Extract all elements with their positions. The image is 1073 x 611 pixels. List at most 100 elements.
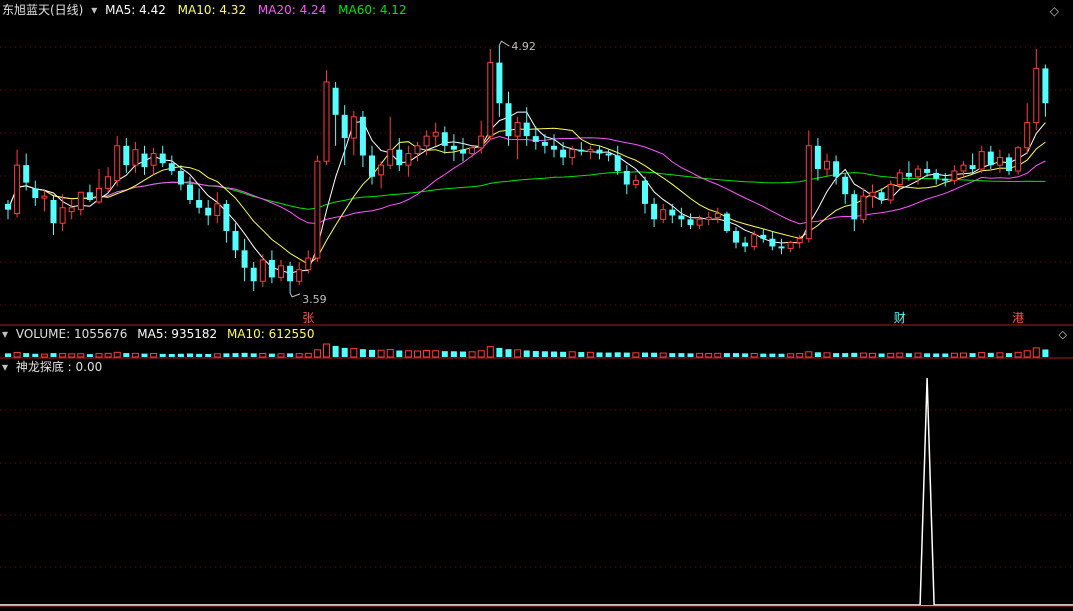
volume-bar: [705, 352, 713, 358]
candle-body: [460, 149, 466, 154]
candle-body: [760, 234, 767, 239]
candle-body: [669, 209, 676, 216]
volume-bar: [196, 353, 203, 357]
panel-toggle-icon[interactable]: ◇: [1059, 328, 1067, 341]
candle-body: [41, 195, 48, 199]
indicator-value: 神龙探底 : 0.00: [15, 360, 103, 374]
candle-body: [332, 87, 339, 115]
candle-body: [450, 145, 457, 150]
candle-body: [960, 164, 967, 172]
candle-body: [114, 145, 121, 182]
candle-body: [105, 176, 112, 189]
volume-bar: [205, 354, 212, 357]
volume-bar: [486, 346, 494, 358]
ma20-legend: MA20: 4.24: [257, 3, 327, 17]
candle-body: [1042, 68, 1049, 104]
ma20-polyline: [7, 135, 1046, 225]
candle-body: [915, 168, 921, 178]
candle-body: [177, 170, 184, 185]
candle-body: [168, 163, 175, 171]
candle-body: [714, 213, 721, 218]
volume-bar: [277, 353, 285, 358]
candle-body: [678, 215, 685, 220]
volume-bar: [714, 352, 722, 358]
volume-bar: [187, 353, 193, 357]
candle-body: [77, 191, 84, 211]
candle-body: [478, 135, 485, 149]
volume-bar: [742, 353, 749, 357]
candle-body: [514, 122, 521, 137]
volume-bar: [969, 353, 976, 357]
volume-bar: [1042, 349, 1049, 357]
candle-body: [432, 131, 439, 137]
volume-bar: [605, 352, 612, 357]
volume-bar: [5, 353, 11, 357]
candle-body: [569, 149, 576, 158]
volume-bar: [523, 350, 530, 357]
volume-bar: [59, 353, 67, 358]
collapse-icon[interactable]: ▾: [91, 3, 97, 17]
volume-bar: [760, 353, 767, 357]
volume-bar: [642, 352, 648, 357]
volume-bar: [905, 353, 912, 357]
volume-bar: [814, 352, 821, 357]
volume-bar: [842, 353, 849, 357]
volume-bar: [669, 353, 676, 357]
candle-body: [596, 149, 603, 154]
event-markers: 张财港: [302, 311, 1024, 325]
volume-bar: [396, 350, 403, 357]
candle-body: [223, 203, 230, 231]
panel-toggle-icon[interactable]: ◇: [1050, 4, 1059, 18]
volume-bar: [377, 349, 385, 358]
candle-body: [824, 160, 830, 170]
candle-body: [132, 149, 139, 166]
volume-bar: [505, 349, 512, 357]
volume-bar: [769, 353, 776, 357]
volume-bar: [223, 353, 230, 357]
collapse-icon[interactable]: ▾: [2, 360, 8, 374]
candle-body: [860, 195, 867, 220]
volume-bars: [5, 343, 1049, 358]
candle-body: [532, 136, 539, 142]
volume-bar: [1006, 353, 1012, 357]
volume-bar: [341, 347, 348, 357]
candle-body: [441, 132, 448, 146]
collapse-icon[interactable]: ▾: [2, 327, 8, 341]
candle-body: [268, 260, 275, 278]
volume-bar: [496, 347, 503, 357]
volume-bar: [259, 352, 267, 358]
volume-bar: [241, 352, 248, 357]
volume-bar: [369, 349, 375, 357]
volume-bar: [878, 353, 885, 357]
candle-body: [405, 153, 412, 166]
candle-body: [205, 207, 212, 216]
candle-body: [14, 164, 21, 215]
volume-bar: [823, 352, 831, 358]
volume-value: VOLUME: 1055676: [15, 327, 128, 341]
volume-bar: [578, 352, 585, 357]
volume-bar: [551, 351, 557, 357]
candle-body: [396, 149, 403, 166]
ma5-legend: MA5: 4.42: [105, 3, 166, 17]
volume-bar: [441, 351, 448, 357]
candle-body: [1006, 157, 1012, 171]
candle-body: [250, 267, 257, 282]
candlestick-series: [5, 45, 1049, 293]
volume-bar: [632, 352, 640, 358]
volume-bar: [942, 353, 949, 357]
volume-bar: [659, 352, 667, 358]
candle-body: [378, 164, 385, 176]
candle-body: [159, 153, 166, 164]
candle-body: [905, 172, 912, 177]
volume-bar: [13, 351, 21, 358]
volume-bar: [86, 354, 93, 357]
candle-body: [350, 116, 357, 139]
candle-body: [150, 153, 157, 166]
candle-body: [951, 170, 958, 182]
candle-body: [723, 213, 730, 231]
ma10-legend: MA10: 4.32: [177, 3, 247, 17]
volume-bar: [323, 343, 330, 358]
candle-body: [896, 172, 903, 186]
volume-bar: [568, 351, 576, 358]
volume-bar: [887, 352, 895, 358]
